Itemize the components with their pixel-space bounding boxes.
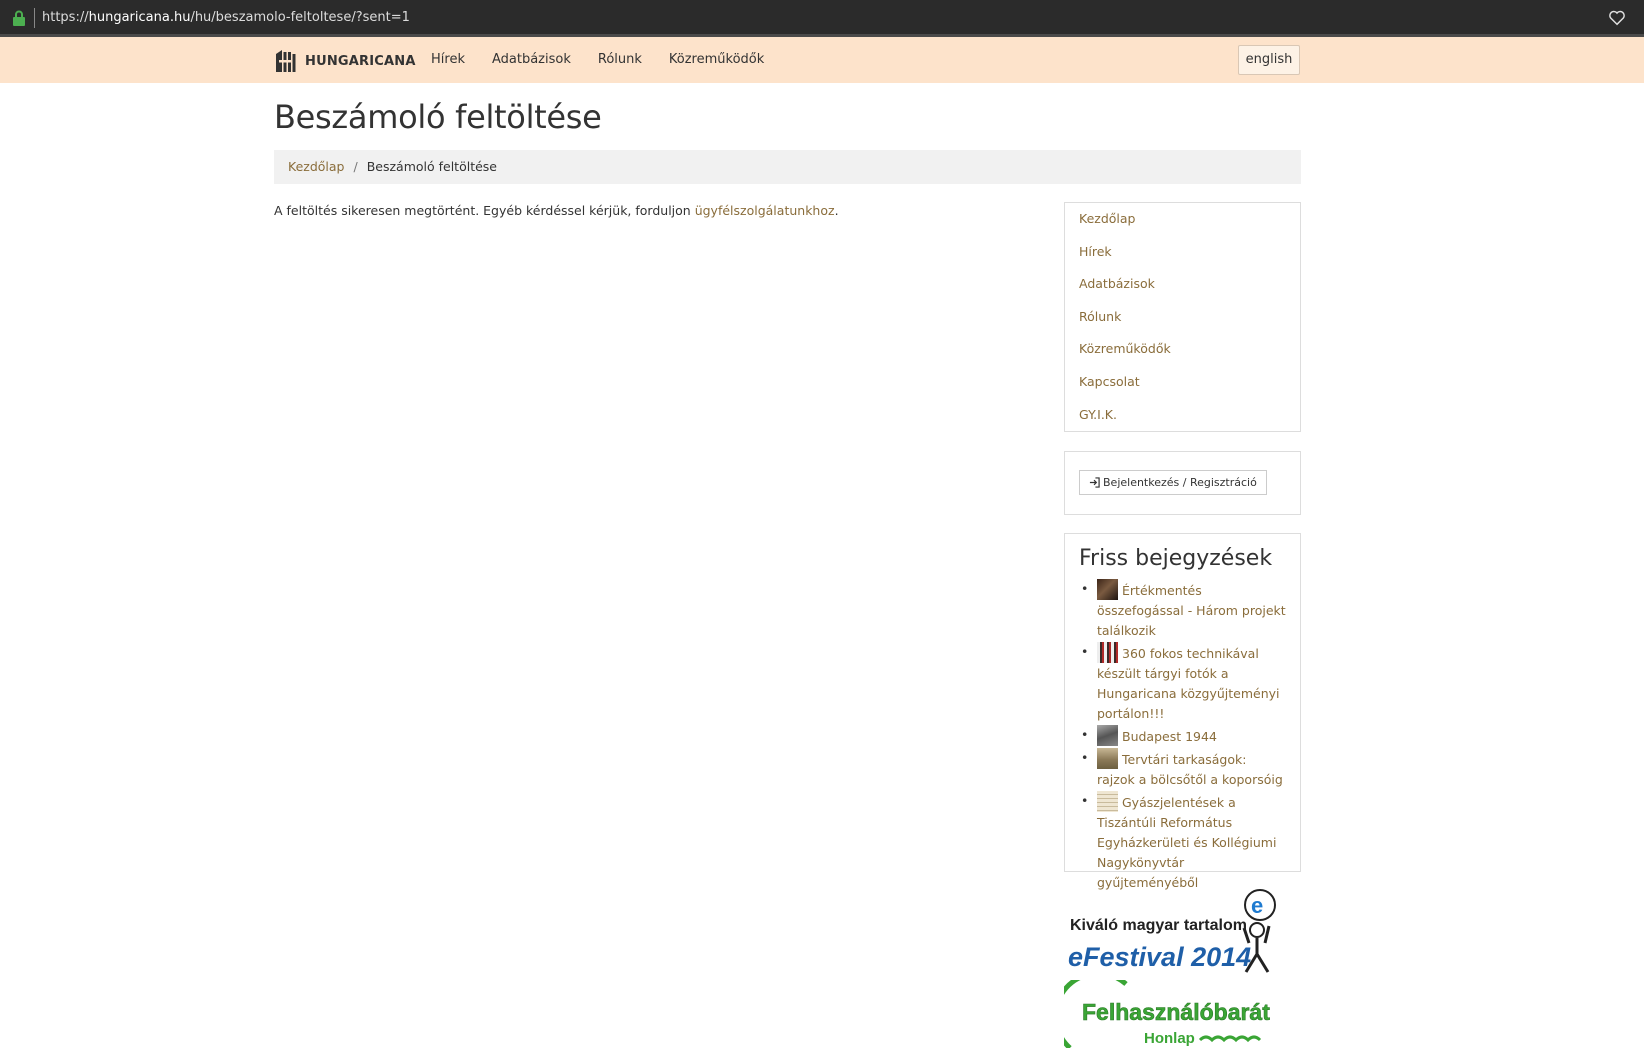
sign-in-icon	[1089, 477, 1100, 488]
login-register-button[interactable]: Bejelentkezés / Regisztráció	[1079, 470, 1267, 495]
sidebar-item-rolunk[interactable]: Rólunk	[1065, 307, 1300, 340]
login-register-label: Bejelentkezés / Regisztráció	[1103, 476, 1257, 489]
lock-icon	[13, 10, 25, 26]
sidebar-item-gyik[interactable]: GY.I.K.	[1065, 405, 1300, 438]
sidebar-item-hirek[interactable]: Hírek	[1065, 242, 1300, 275]
page-title: Beszámoló feltöltése	[274, 98, 602, 136]
recent-post-link[interactable]: Budapest 1944	[1122, 729, 1217, 744]
post-thumbnail	[1097, 725, 1118, 746]
brand-logo[interactable]: HUNGARICANA	[274, 48, 416, 74]
efestival-badge[interactable]: Kiváló magyar tartalom eFestival 2014 e	[1064, 888, 1294, 976]
recent-posts-panel: Friss bejegyzések Értékmentés összefogás…	[1064, 533, 1301, 890]
list-item: Tervtári tarkaságok: rajzok a bölcsőtől …	[1079, 748, 1286, 790]
post-thumbnail	[1097, 748, 1118, 769]
recent-post-link[interactable]: Tervtári tarkaságok: rajzok a bölcsőtől …	[1097, 752, 1283, 787]
sidebar-item-adatbazisok[interactable]: Adatbázisok	[1065, 274, 1300, 307]
login-panel: Bejelentkezés / Regisztráció	[1064, 451, 1301, 515]
language-button[interactable]: english	[1238, 45, 1300, 75]
url-field[interactable]: https://hungaricana.hu/hu/beszamolo-felt…	[42, 10, 410, 25]
main-nav: Hírek Adatbázisok Rólunk Közreműködők	[431, 52, 791, 67]
friendly-line1: Felhasználóbarát	[1082, 999, 1270, 1025]
nav-link-kozremukodok[interactable]: Közreműködők	[669, 52, 764, 67]
efestival-line2: eFestival 2014	[1068, 942, 1251, 972]
sidebar-item-kezdolap[interactable]: Kezdőlap	[1065, 209, 1300, 242]
brand-name: HUNGARICANA	[305, 53, 416, 69]
recent-posts-title: Friss bejegyzések	[1079, 546, 1273, 571]
customer-service-link[interactable]: ügyfélszolgálatunkhoz	[695, 203, 835, 218]
success-message: A feltöltés sikeresen megtörtént. Egyéb …	[274, 203, 839, 218]
nav-link-adatbazisok[interactable]: Adatbázisok	[492, 52, 571, 67]
recent-post-link[interactable]: Értékmentés összefogással - Három projek…	[1097, 583, 1286, 638]
breadcrumb-separator: /	[353, 159, 358, 174]
nav-link-rolunk[interactable]: Rólunk	[598, 52, 642, 67]
friendly-line2: Honlap	[1144, 1030, 1195, 1047]
url-separator	[34, 8, 35, 28]
success-message-end: .	[834, 203, 839, 218]
list-item: Gyászjelentések a Tiszántúli Református …	[1079, 791, 1286, 893]
post-thumbnail	[1097, 642, 1118, 663]
list-item: Budapest 1944	[1079, 725, 1286, 747]
friendly-site-badge[interactable]: Felhasználóbarát Honlap	[1064, 980, 1294, 1048]
svg-text:e: e	[1251, 893, 1263, 918]
list-item: 360 fokos technikával készült tárgyi fot…	[1079, 642, 1286, 724]
breadcrumb-current: Beszámoló feltöltése	[366, 159, 498, 174]
heart-icon[interactable]	[1608, 9, 1626, 27]
success-message-text: A feltöltés sikeresen megtörtént. Egyéb …	[274, 203, 695, 218]
recent-posts-list: Értékmentés összefogással - Három projek…	[1079, 579, 1286, 893]
top-navbar: HUNGARICANA Hírek Adatbázisok Rólunk Köz…	[0, 37, 1644, 83]
recent-post-link[interactable]: 360 fokos technikával készült tárgyi fot…	[1097, 646, 1280, 721]
sidebar-item-kapcsolat[interactable]: Kapcsolat	[1065, 372, 1300, 405]
post-thumbnail	[1097, 579, 1118, 600]
post-thumbnail	[1097, 791, 1118, 812]
browser-url-bar: https://hungaricana.hu/hu/beszamolo-felt…	[0, 0, 1644, 37]
sidebar-item-kozremukodok[interactable]: Közreműködők	[1065, 339, 1300, 372]
list-item: Értékmentés összefogással - Három projek…	[1079, 579, 1286, 641]
breadcrumb-home-link[interactable]: Kezdőlap	[288, 159, 344, 174]
efestival-line1: Kiváló magyar tartalom	[1070, 917, 1247, 934]
recent-post-link[interactable]: Gyászjelentések a Tiszántúli Református …	[1097, 795, 1276, 890]
nav-link-hirek[interactable]: Hírek	[431, 52, 465, 67]
hungaricana-logo-icon	[276, 50, 296, 72]
sidebar-menu: Kezdőlap Hírek Adatbázisok Rólunk Közrem…	[1064, 202, 1301, 432]
breadcrumb: Kezdőlap / Beszámoló feltöltése	[274, 150, 1301, 184]
